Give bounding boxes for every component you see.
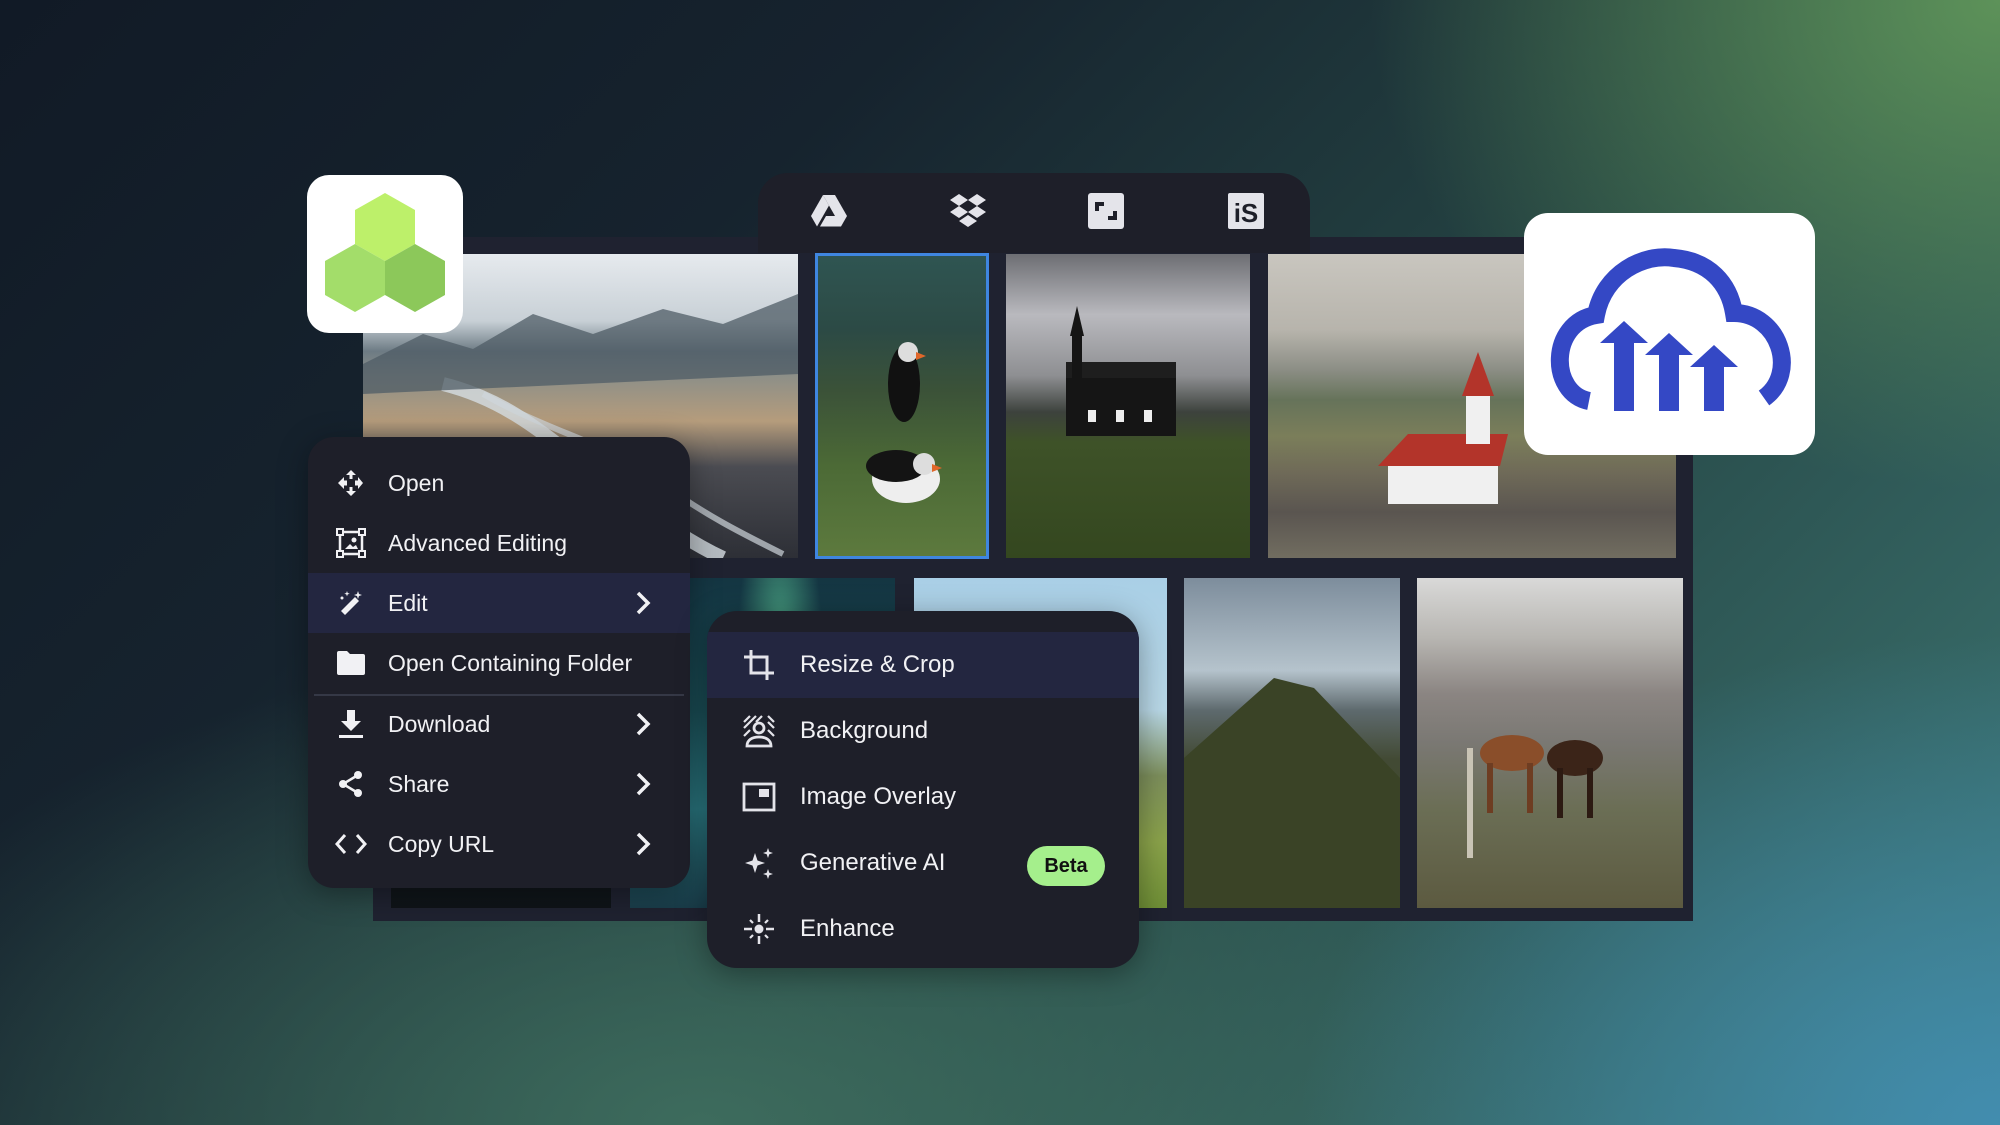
photo-mountain-peak[interactable] bbox=[1184, 578, 1400, 908]
menu-item-advanced-editing[interactable]: Advanced Editing bbox=[308, 513, 690, 573]
shutterstock-icon[interactable] bbox=[1088, 193, 1124, 229]
enhance-icon bbox=[741, 911, 777, 947]
hexagon-app-logo bbox=[307, 175, 463, 333]
google-drive-icon[interactable] bbox=[811, 193, 847, 229]
menu-item-open-containing-folder[interactable]: Open Containing Folder bbox=[308, 633, 690, 693]
chevron-right-icon bbox=[636, 712, 651, 736]
folder-icon bbox=[334, 646, 368, 680]
dropbox-icon[interactable] bbox=[950, 193, 986, 229]
photo-black-church[interactable] bbox=[1006, 254, 1250, 558]
menu-item-edit[interactable]: Edit bbox=[308, 573, 690, 633]
cloudinary-cloud-logo bbox=[1550, 248, 1791, 411]
chevron-right-icon bbox=[636, 832, 651, 856]
menu-item-open[interactable]: Open bbox=[308, 453, 690, 513]
submenu-item-generative-ai[interactable]: Generative AI Beta bbox=[707, 830, 1139, 896]
image-frame-icon bbox=[334, 526, 368, 560]
photo-puffins-selected[interactable] bbox=[815, 253, 989, 559]
submenu-item-enhance[interactable]: Enhance bbox=[707, 896, 1139, 962]
menu-item-copy-url[interactable]: Copy URL bbox=[308, 814, 690, 874]
source-toolbar: iS bbox=[758, 173, 1310, 253]
submenu-item-image-overlay[interactable]: Image Overlay bbox=[707, 764, 1139, 830]
crop-icon bbox=[741, 647, 777, 683]
chevron-right-icon bbox=[636, 772, 651, 796]
menu-item-download[interactable]: Download bbox=[308, 694, 690, 754]
svg-text:iS: iS bbox=[1234, 198, 1259, 228]
photo-horses[interactable] bbox=[1417, 578, 1683, 908]
submenu-item-background[interactable]: Background bbox=[707, 698, 1139, 764]
download-icon bbox=[334, 707, 368, 741]
cloudinary-logo-card bbox=[1524, 213, 1815, 455]
share-icon bbox=[334, 767, 368, 801]
sparkles-icon bbox=[741, 845, 777, 881]
image-overlay-icon bbox=[741, 779, 777, 815]
move-arrows-icon bbox=[334, 466, 368, 500]
magic-wand-icon bbox=[334, 586, 368, 620]
chevron-right-icon bbox=[636, 591, 651, 615]
context-menu: Open Advanced Editing Edit Open Containi… bbox=[308, 437, 690, 888]
background-removal-icon bbox=[741, 713, 777, 749]
edit-submenu: Resize & Crop Background Image Overlay G… bbox=[707, 611, 1139, 968]
code-brackets-icon bbox=[334, 827, 368, 861]
submenu-item-resize-crop[interactable]: Resize & Crop bbox=[707, 632, 1139, 698]
hexagon-cluster-logo bbox=[325, 193, 445, 312]
beta-badge: Beta bbox=[1027, 846, 1105, 886]
istock-icon[interactable]: iS bbox=[1228, 193, 1264, 229]
menu-item-share[interactable]: Share bbox=[308, 754, 690, 814]
